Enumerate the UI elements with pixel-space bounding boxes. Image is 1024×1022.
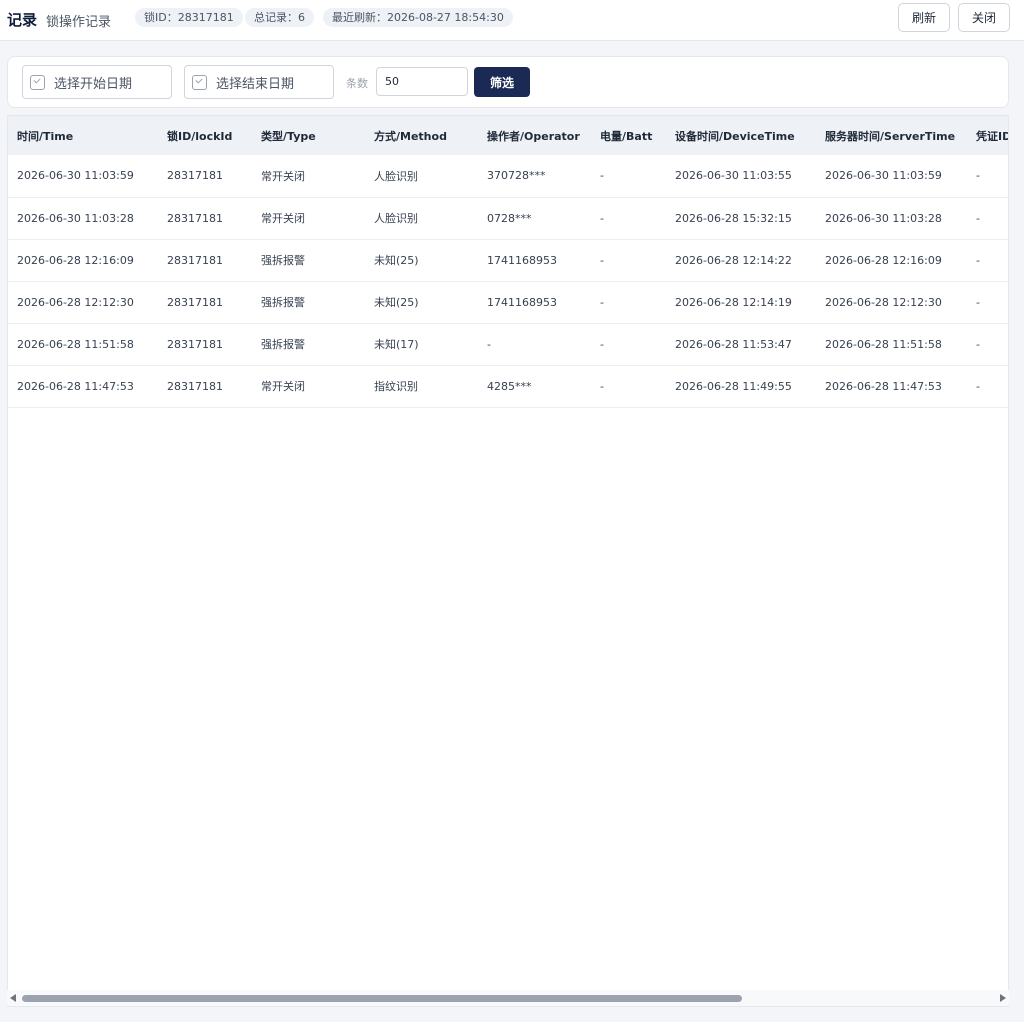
scroll-left-arrow-icon[interactable] bbox=[10, 994, 16, 1002]
header-bar: 记录 锁操作记录 锁ID：28317181 总记录：6 最近刷新：2026-08… bbox=[0, 0, 1024, 41]
calendar-icon bbox=[192, 74, 207, 90]
table-row[interactable]: 2026-06-28 12:12:30 28317181 强拆报警 未知(25)… bbox=[8, 281, 1008, 323]
cell-device-time: 2026-06-28 12:14:22 bbox=[675, 253, 792, 267]
close-button[interactable]: 关闭 bbox=[958, 3, 1010, 32]
column-header-device-time[interactable]: 设备时间/DeviceTime bbox=[666, 116, 816, 155]
cell-type: 常开关闭 bbox=[261, 169, 305, 183]
cell-credential-id: - bbox=[976, 295, 980, 309]
cell-battery: - bbox=[600, 169, 604, 183]
cell-battery: - bbox=[600, 253, 604, 267]
cell-operator: 0728*** bbox=[487, 211, 532, 225]
scrollbar-thumb[interactable] bbox=[22, 995, 742, 1002]
cell-credential-id: - bbox=[976, 337, 980, 351]
filter-button[interactable]: 筛选 bbox=[474, 67, 530, 97]
column-header-credential-id[interactable]: 凭证ID bbox=[967, 116, 1008, 155]
cell-lock-id: 28317181 bbox=[167, 253, 223, 267]
cell-device-time: 2026-06-28 11:49:55 bbox=[675, 379, 792, 393]
cell-battery: - bbox=[600, 379, 604, 393]
cell-credential-id: - bbox=[976, 211, 980, 225]
scroll-right-arrow-icon[interactable] bbox=[1000, 994, 1006, 1002]
lock-id-badge: 锁ID：28317181 bbox=[135, 8, 243, 27]
cell-lock-id: 28317181 bbox=[167, 295, 223, 309]
start-date-picker[interactable]: 选择开始日期 bbox=[22, 65, 172, 99]
cell-battery: - bbox=[600, 337, 604, 351]
cell-operator: 4285*** bbox=[487, 379, 532, 393]
cell-credential-id: - bbox=[976, 379, 980, 393]
refresh-button[interactable]: 刷新 bbox=[898, 3, 950, 32]
page-subtitle: 锁操作记录 bbox=[46, 15, 112, 30]
table-row[interactable]: 2026-06-28 11:47:53 28317181 常开关闭 指纹识别 4… bbox=[8, 365, 1008, 407]
table-header-row: 时间/Time 锁ID/lockId 类型/Type 方式/Method 操作者… bbox=[8, 116, 1008, 155]
cell-time: 2026-06-30 11:03:59 bbox=[17, 169, 134, 183]
start-date-placeholder: 选择开始日期 bbox=[54, 76, 133, 92]
cell-device-time: 2026-06-28 12:14:19 bbox=[675, 295, 792, 309]
cell-type: 常开关闭 bbox=[261, 212, 305, 225]
cell-credential-id: - bbox=[976, 253, 980, 267]
total-records-badge: 总记录：6 bbox=[245, 8, 314, 27]
column-header-battery[interactable]: 电量/Batt bbox=[591, 116, 666, 155]
column-header-method[interactable]: 方式/Method bbox=[365, 116, 478, 155]
cell-lock-id: 28317181 bbox=[167, 379, 223, 393]
cell-method: 未知(17) bbox=[374, 338, 419, 351]
end-date-placeholder: 选择结束日期 bbox=[216, 76, 295, 92]
cell-credential-id: - bbox=[976, 169, 980, 183]
cell-server-time: 2026-06-28 11:47:53 bbox=[825, 379, 942, 393]
end-date-picker[interactable]: 选择结束日期 bbox=[184, 65, 334, 99]
cell-time: 2026-06-30 11:03:28 bbox=[17, 211, 134, 225]
cell-method: 未知(25) bbox=[374, 296, 419, 309]
cell-server-time: 2026-06-30 11:03:28 bbox=[825, 211, 942, 225]
cell-lock-id: 28317181 bbox=[167, 211, 223, 225]
table-row[interactable]: 2026-06-28 12:16:09 28317181 强拆报警 未知(25)… bbox=[8, 239, 1008, 281]
records-table: 时间/Time 锁ID/lockId 类型/Type 方式/Method 操作者… bbox=[7, 115, 1009, 1007]
cell-device-time: 2026-06-30 11:03:55 bbox=[675, 169, 792, 183]
table-row[interactable]: 2026-06-30 11:03:28 28317181 常开关闭 人脸识别 0… bbox=[8, 197, 1008, 239]
cell-lock-id: 28317181 bbox=[167, 169, 223, 183]
column-header-time[interactable]: 时间/Time bbox=[8, 116, 158, 155]
column-header-server-time[interactable]: 服务器时间/ServerTime bbox=[816, 116, 967, 155]
cell-time: 2026-06-28 11:47:53 bbox=[17, 379, 134, 393]
cell-type: 强拆报警 bbox=[261, 338, 305, 351]
cell-operator: 1741168953 bbox=[487, 295, 557, 309]
count-input[interactable] bbox=[376, 67, 468, 96]
column-header-lock-id[interactable]: 锁ID/lockId bbox=[158, 116, 252, 155]
cell-time: 2026-06-28 11:51:58 bbox=[17, 337, 134, 351]
column-header-type[interactable]: 类型/Type bbox=[252, 116, 365, 155]
cell-operator: - bbox=[487, 337, 491, 351]
last-refresh-badge: 最近刷新：2026-08-27 18:54:30 bbox=[323, 8, 513, 27]
page-title: 记录 bbox=[7, 11, 38, 29]
cell-method: 未知(25) bbox=[374, 254, 419, 267]
cell-time: 2026-06-28 12:16:09 bbox=[17, 253, 134, 267]
cell-device-time: 2026-06-28 15:32:15 bbox=[675, 211, 792, 225]
cell-lock-id: 28317181 bbox=[167, 337, 223, 351]
table-row[interactable]: 2026-06-28 11:51:58 28317181 强拆报警 未知(17)… bbox=[8, 323, 1008, 365]
cell-server-time: 2026-06-28 12:16:09 bbox=[825, 253, 942, 267]
cell-method: 人脸识别 bbox=[374, 212, 418, 225]
cell-type: 强拆报警 bbox=[261, 296, 305, 309]
cell-type: 常开关闭 bbox=[261, 380, 305, 393]
filter-panel: 选择开始日期 选择结束日期 条数 筛选 bbox=[7, 56, 1009, 108]
cell-type: 强拆报警 bbox=[261, 254, 305, 267]
column-header-operator[interactable]: 操作者/Operator bbox=[478, 116, 591, 155]
cell-battery: - bbox=[600, 295, 604, 309]
cell-battery: - bbox=[600, 211, 604, 225]
cell-device-time: 2026-06-28 11:53:47 bbox=[675, 337, 792, 351]
cell-time: 2026-06-28 12:12:30 bbox=[17, 295, 134, 309]
cell-server-time: 2026-06-28 12:12:30 bbox=[825, 295, 942, 309]
count-label: 条数 bbox=[346, 77, 368, 90]
cell-operator: 1741168953 bbox=[487, 253, 557, 267]
table-row[interactable]: 2026-06-30 11:03:59 28317181 常开关闭 人脸识别 3… bbox=[8, 155, 1008, 197]
cell-method: 指纹识别 bbox=[374, 380, 418, 393]
cell-server-time: 2026-06-30 11:03:59 bbox=[825, 169, 942, 183]
horizontal-scrollbar[interactable] bbox=[7, 990, 1009, 1006]
cell-server-time: 2026-06-28 11:51:58 bbox=[825, 337, 942, 351]
calendar-icon bbox=[30, 74, 45, 90]
cell-method: 人脸识别 bbox=[374, 169, 418, 183]
cell-operator: 370728*** bbox=[487, 169, 546, 183]
